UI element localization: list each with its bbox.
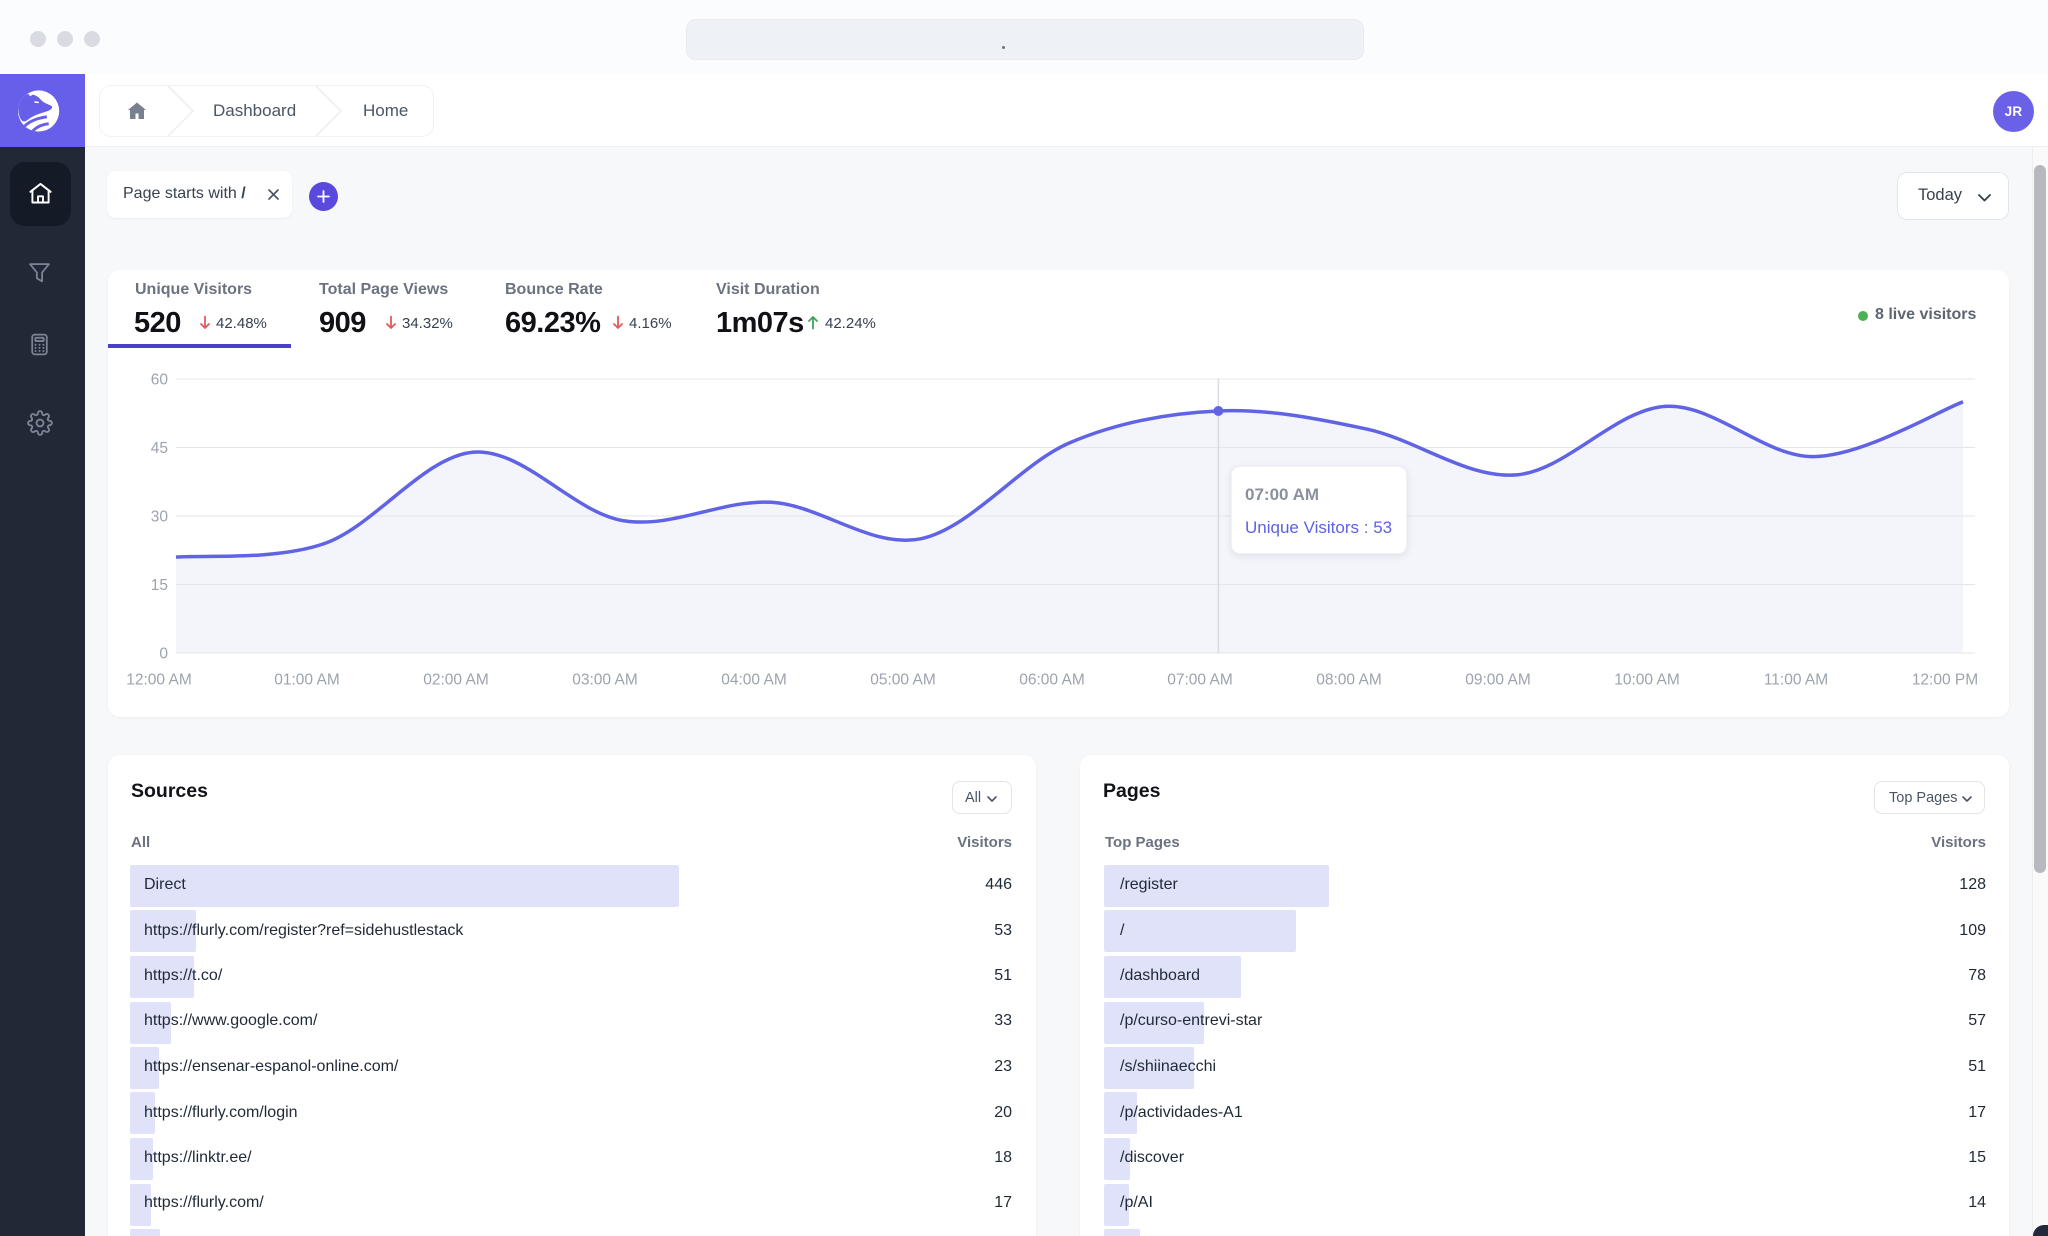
svg-text:11:00 AM: 11:00 AM [1764,672,1828,689]
svg-text:03:00 AM: 03:00 AM [572,672,638,689]
svg-text:12:00 PM: 12:00 PM [1912,672,1978,689]
svg-text:60: 60 [151,372,169,389]
svg-text:45: 45 [151,440,168,457]
svg-text:06:00 AM: 06:00 AM [1019,672,1085,689]
svg-text:12:00 AM: 12:00 AM [126,672,192,689]
svg-text:07:00 AM: 07:00 AM [1167,672,1233,689]
svg-text:09:00 AM: 09:00 AM [1465,672,1531,689]
svg-text:02:00 AM: 02:00 AM [423,672,489,689]
svg-text:05:00 AM: 05:00 AM [870,672,936,689]
svg-text:04:00 AM: 04:00 AM [721,672,787,689]
svg-text:15: 15 [151,577,168,594]
svg-text:30: 30 [151,509,169,526]
svg-text:01:00 AM: 01:00 AM [274,672,340,689]
svg-text:10:00 AM: 10:00 AM [1614,672,1680,689]
svg-text:08:00 AM: 08:00 AM [1316,672,1382,689]
svg-text:0: 0 [159,646,168,663]
